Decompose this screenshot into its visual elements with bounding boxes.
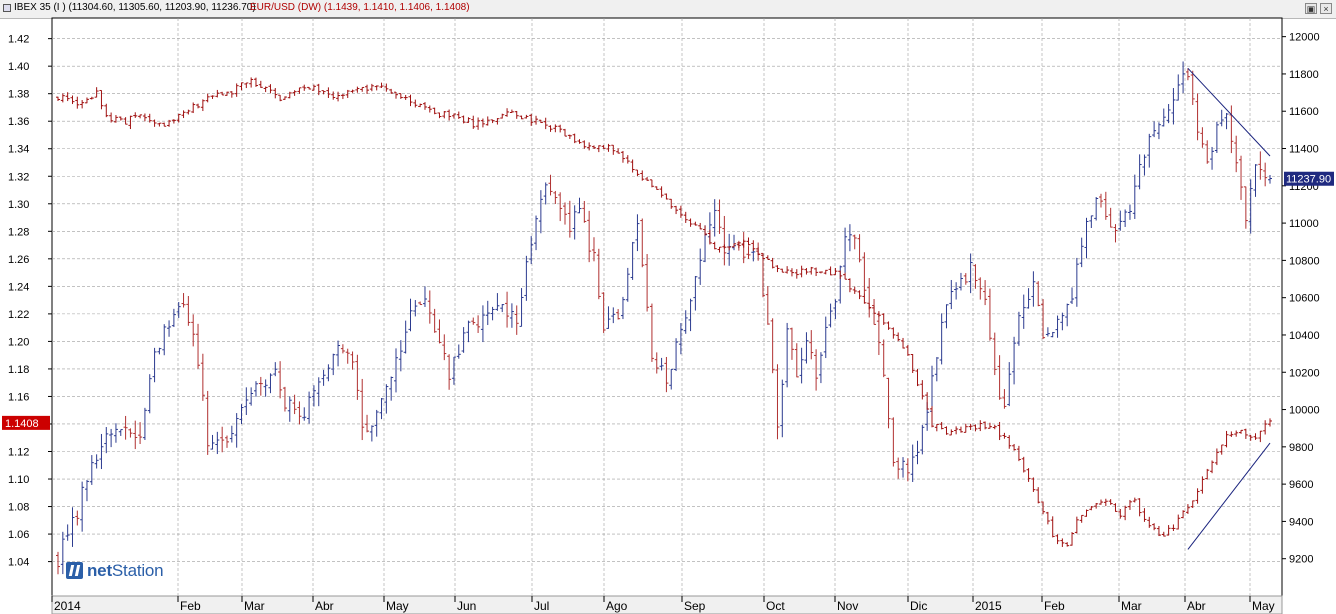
right-tick-label: 10400 xyxy=(1289,330,1320,342)
right-tick-label: 10200 xyxy=(1289,367,1320,379)
left-tick-label: 1.34 xyxy=(8,144,29,156)
x-tick-label: Mar xyxy=(1121,599,1142,613)
x-tick-label: Oct xyxy=(766,599,785,613)
left-tick-label: 1.22 xyxy=(8,309,29,321)
netstation-logo-icon xyxy=(66,562,83,579)
x-axis: 2014 Feb Mar Abr May Jun Jul Ago Sep Oct Nov Dic 201… xyxy=(51,595,1283,614)
x-tick-label: 2014 xyxy=(54,599,81,613)
plot-area xyxy=(51,17,1283,597)
x-tick-label: Jun xyxy=(457,599,476,613)
left-tick-label: 1.20 xyxy=(8,336,29,348)
left-tick-label: 1.08 xyxy=(8,502,29,514)
x-tick-label: Nov xyxy=(837,599,858,613)
left-tick-label: 1.30 xyxy=(8,199,29,211)
x-tick-label: May xyxy=(386,599,409,613)
right-tick-label: 10800 xyxy=(1289,255,1320,267)
x-tick-label: Mar xyxy=(244,599,265,613)
left-tick-label: 1.06 xyxy=(8,529,29,541)
x-tick-label: Ago xyxy=(606,599,628,613)
chart-window: IBEX 35 (I ) (11304.60, 11305.60, 11203.… xyxy=(0,0,1336,614)
left-tick-label: 1.16 xyxy=(8,391,29,403)
left-tick-label: 1.10 xyxy=(8,474,29,486)
netstation-logo-text: netStation xyxy=(87,561,164,580)
right-tick-label: 11600 xyxy=(1289,106,1319,118)
x-tick-label: Feb xyxy=(1044,599,1065,613)
right-tick-label: 11000 xyxy=(1289,218,1319,230)
left-tick-label: 1.18 xyxy=(8,364,29,376)
x-tick-label: Sep xyxy=(684,599,706,613)
eurusd-last-value-label: 1.1408 xyxy=(5,418,39,430)
x-tick-label: Feb xyxy=(180,599,201,613)
right-tick-label: 12000 xyxy=(1289,32,1320,44)
x-tick-label: May xyxy=(1252,599,1275,613)
x-tick-label: Jul xyxy=(534,599,549,613)
ibex-last-value-label: 11237.90 xyxy=(1286,174,1331,186)
left-tick-label: 1.32 xyxy=(8,171,29,183)
ohlc-chart[interactable]: 1.041.061.081.101.121.141.161.181.201.22… xyxy=(0,0,1336,614)
right-tick-label: 9800 xyxy=(1289,442,1313,454)
x-tick-label: Abr xyxy=(1187,599,1206,613)
left-tick-label: 1.26 xyxy=(8,254,29,266)
x-tick-label: Abr xyxy=(315,599,334,613)
left-tick-label: 1.04 xyxy=(8,557,29,569)
right-tick-label: 10000 xyxy=(1289,405,1320,417)
left-tick-label: 1.36 xyxy=(8,116,29,128)
left-tick-label: 1.12 xyxy=(8,447,29,459)
x-tick-label: Dic xyxy=(910,599,927,613)
right-tick-label: 9600 xyxy=(1289,479,1313,491)
right-axis: 9200 9400 9600 9800 10000 10200 10400 10600 1080… xyxy=(1282,32,1334,566)
x-tick-label: 2015 xyxy=(975,599,1002,613)
right-tick-label: 11400 xyxy=(1289,144,1319,156)
right-tick-label: 9200 xyxy=(1289,554,1313,566)
left-tick-label: 1.40 xyxy=(8,61,29,73)
right-tick-label: 9400 xyxy=(1289,516,1313,528)
left-tick-label: 1.28 xyxy=(8,226,29,238)
right-tick-label: 11800 xyxy=(1289,69,1319,81)
right-tick-label: 10600 xyxy=(1289,293,1320,305)
left-axis: 1.041.061.081.101.121.141.161.181.201.22… xyxy=(2,34,52,569)
left-tick-label: 1.38 xyxy=(8,89,29,101)
left-tick-label: 1.42 xyxy=(8,34,29,46)
left-tick-label: 1.24 xyxy=(8,281,29,293)
